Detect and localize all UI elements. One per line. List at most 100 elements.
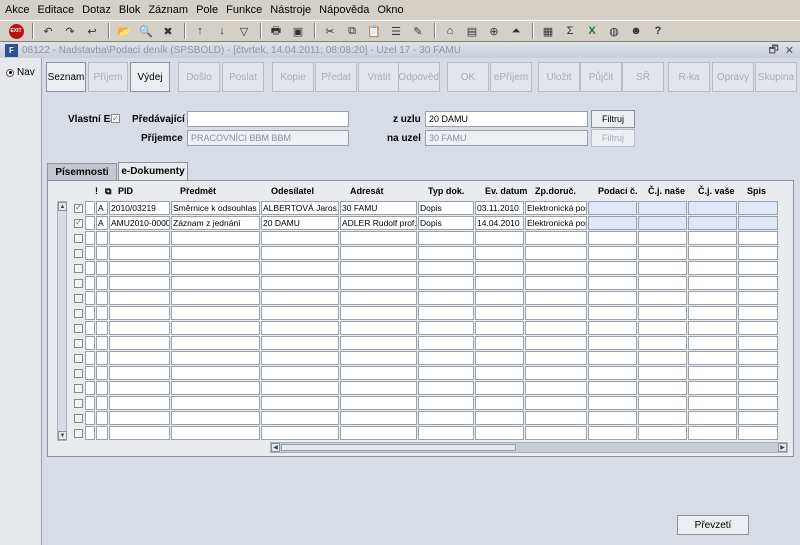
table-cell[interactable] [588, 321, 637, 335]
table-cell[interactable] [638, 201, 687, 215]
table-cell[interactable] [738, 366, 778, 380]
table-cell[interactable] [638, 381, 687, 395]
table-row[interactable] [72, 246, 779, 261]
header-adresat[interactable]: Adresát [350, 186, 384, 196]
table-cell[interactable] [638, 246, 687, 260]
table-cell[interactable] [688, 246, 737, 260]
table-cell[interactable] [475, 381, 524, 395]
table-cell[interactable] [85, 276, 95, 290]
row-checkbox[interactable]: ✓ [74, 203, 83, 213]
table-row[interactable] [72, 231, 779, 246]
action-button-půjčit[interactable]: Půjčit [580, 62, 622, 92]
table-cell[interactable] [688, 291, 737, 305]
header-cj-nase[interactable]: Č.j. naše [648, 186, 685, 196]
table-cell[interactable] [475, 231, 524, 245]
table-cell[interactable] [638, 306, 687, 320]
table-cell[interactable] [85, 411, 95, 425]
table-cell[interactable] [525, 276, 587, 290]
table-cell[interactable]: Elektronická poš [525, 201, 587, 215]
preview-icon[interactable]: ▣ [288, 22, 308, 40]
table-cell[interactable] [475, 276, 524, 290]
table-cell[interactable] [418, 411, 474, 425]
table-cell[interactable] [418, 261, 474, 275]
table-cell[interactable] [588, 291, 637, 305]
delete-icon[interactable]: ✖ [158, 22, 178, 40]
table-cell[interactable] [261, 351, 339, 365]
table-cell[interactable] [85, 306, 95, 320]
table-cell[interactable] [738, 336, 778, 350]
action-button-uložit[interactable]: Uložit [538, 62, 580, 92]
paste-icon[interactable]: 📋 [364, 22, 384, 40]
table-cell[interactable] [96, 261, 108, 275]
action-button-předat[interactable]: Předat [315, 62, 357, 92]
table-cell[interactable] [85, 291, 95, 305]
table-cell[interactable]: ALBERTOVÁ Jaros [261, 201, 339, 215]
scroll-left-icon[interactable]: ◀ [271, 443, 280, 452]
scroll-right-icon[interactable]: ▶ [778, 443, 787, 452]
table-cell[interactable] [85, 246, 95, 260]
table-cell[interactable] [85, 321, 95, 335]
action-button-poslat[interactable]: Poslat [222, 62, 264, 92]
table-cell[interactable] [588, 426, 637, 440]
table-cell[interactable] [340, 276, 417, 290]
table-cell[interactable] [738, 231, 778, 245]
header-spis[interactable]: Spis [747, 186, 766, 196]
table-cell[interactable] [738, 201, 778, 215]
table-row[interactable]: ✓ A 2010/03219 Směrnice k odsouhlas ALBERTOV… [72, 201, 779, 216]
table-cell[interactable] [688, 351, 737, 365]
redo-icon[interactable]: ↷ [60, 22, 80, 40]
table-cell[interactable] [96, 351, 108, 365]
header-pid[interactable]: PID [118, 186, 133, 196]
up-icon[interactable]: ⏶ [506, 22, 526, 40]
menu-item-2[interactable]: Dotaz [82, 4, 111, 16]
find-icon[interactable]: 🔍 [136, 22, 156, 40]
table-cell[interactable] [85, 336, 95, 350]
table-cell[interactable] [638, 321, 687, 335]
print-icon[interactable]: 🖶 [266, 22, 286, 40]
action-button-opravy[interactable]: Opravy [712, 62, 754, 92]
table-cell[interactable] [738, 246, 778, 260]
header-cj-vase[interactable]: Č.j. vaše [698, 186, 735, 196]
table-cell[interactable] [340, 426, 417, 440]
menu-item-5[interactable]: Pole [196, 4, 218, 16]
row-checkbox[interactable]: ✓ [74, 218, 83, 228]
menu-item-9[interactable]: Okno [377, 4, 403, 16]
table-cell[interactable] [738, 261, 778, 275]
table-cell[interactable] [261, 231, 339, 245]
action-button-ok[interactable]: OK [447, 62, 489, 92]
table-cell[interactable] [96, 411, 108, 425]
table-cell[interactable] [588, 396, 637, 410]
table-cell[interactable] [475, 336, 524, 350]
table-cell[interactable] [85, 216, 95, 230]
table-cell[interactable] [109, 366, 170, 380]
table-cell[interactable] [109, 246, 170, 260]
table-row[interactable] [72, 336, 779, 351]
table-cell[interactable] [261, 276, 339, 290]
prevzeti-button[interactable]: Převzetí [677, 515, 749, 535]
na-uzel-field[interactable]: 30 FAMU [425, 130, 588, 146]
table-row[interactable] [72, 411, 779, 426]
table-cell[interactable] [738, 411, 778, 425]
table-cell[interactable] [340, 396, 417, 410]
table-cell[interactable]: Záznam z jednání [171, 216, 260, 230]
table-cell[interactable] [638, 291, 687, 305]
table-cell[interactable]: Dopis [418, 201, 474, 215]
menu-item-3[interactable]: Blok [119, 4, 140, 16]
row-checkbox[interactable] [74, 323, 83, 333]
table-cell[interactable] [261, 411, 339, 425]
table-cell[interactable] [638, 276, 687, 290]
table-cell[interactable] [638, 411, 687, 425]
table-cell[interactable] [96, 246, 108, 260]
table-cell[interactable] [688, 231, 737, 245]
table-cell[interactable] [418, 231, 474, 245]
table-cell[interactable] [340, 231, 417, 245]
row-checkbox[interactable] [74, 233, 83, 243]
table-cell[interactable] [688, 366, 737, 380]
table-cell[interactable] [638, 261, 687, 275]
table-cell[interactable] [109, 426, 170, 440]
action-button-došlo[interactable]: Došlo [178, 62, 220, 92]
table-cell[interactable]: AMU2010-0000 [109, 216, 170, 230]
globe-icon[interactable]: ◍ [604, 22, 624, 40]
action-button-skupina[interactable]: Skupina [755, 62, 797, 92]
table-cell[interactable] [109, 381, 170, 395]
